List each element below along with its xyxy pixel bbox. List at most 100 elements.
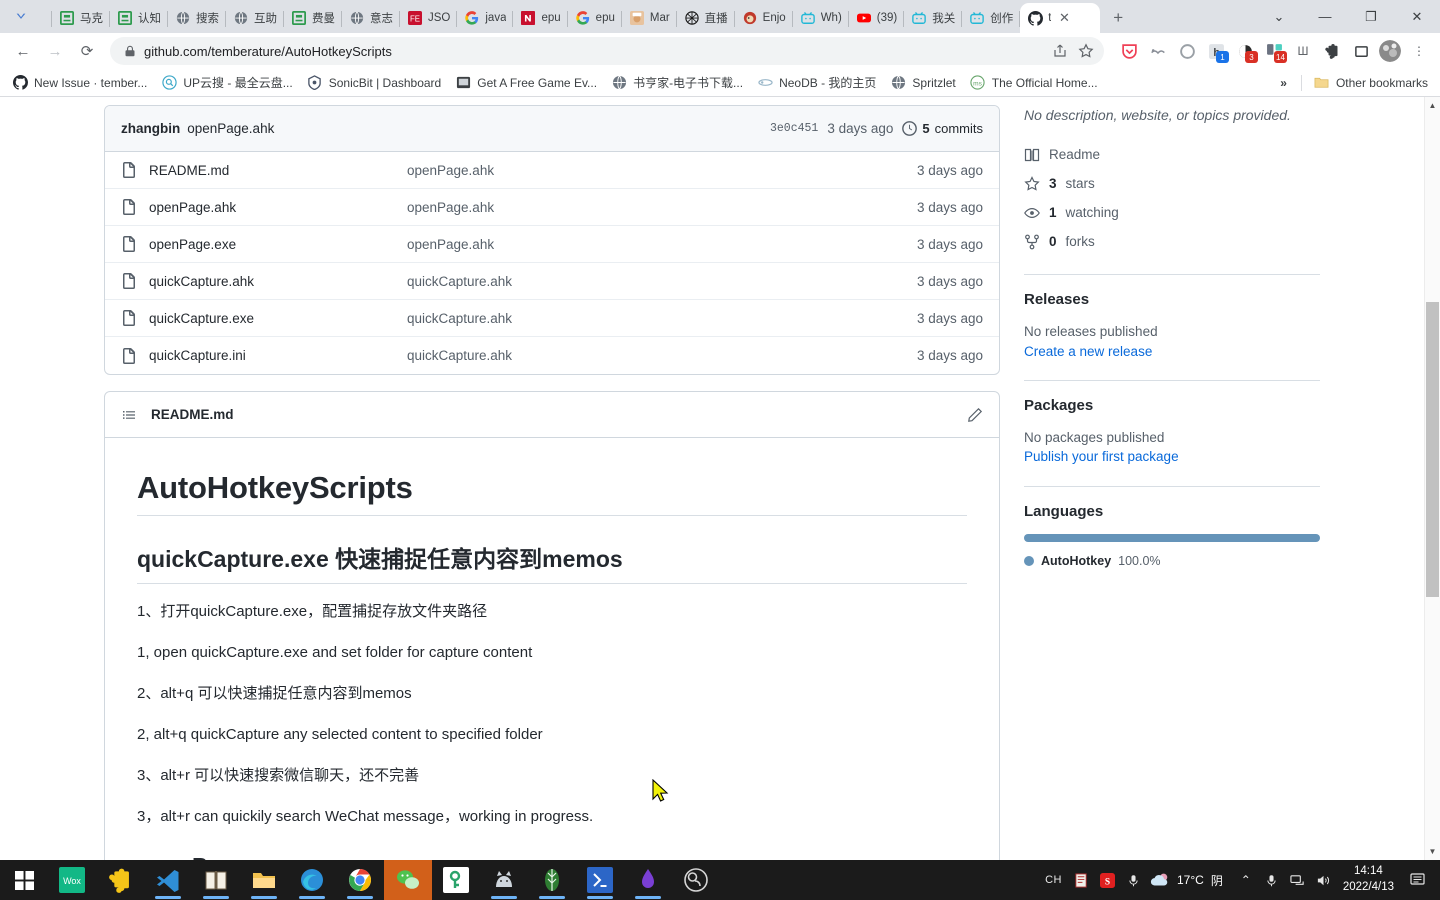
file-name[interactable]: quickCapture.exe: [149, 311, 407, 326]
file-commit-message[interactable]: openPage.ahk: [407, 200, 917, 215]
browser-tab[interactable]: 费曼: [284, 3, 342, 33]
tab-list-chevron-icon[interactable]: ⌄: [1256, 0, 1302, 33]
taskbar-clock[interactable]: 14:14 2022/4/13: [1337, 864, 1404, 895]
windows-start-icon[interactable]: [0, 860, 48, 900]
taskbar-app-wox-launcher[interactable]: Wox: [48, 860, 96, 900]
table-row[interactable]: quickCapture.ini quickCapture.ahk 3 days…: [105, 337, 999, 374]
back-button[interactable]: ←: [8, 36, 38, 66]
close-window-button[interactable]: ✕: [1394, 0, 1440, 33]
sidebar-icon[interactable]: [1348, 38, 1374, 64]
other-bookmarks-button[interactable]: Other bookmarks: [1308, 72, 1434, 94]
hypothesis-icon[interactable]: h 1: [1203, 38, 1229, 64]
taskbar-app-obs-studio[interactable]: [672, 860, 720, 900]
browser-tab[interactable]: FE JSO: [400, 3, 458, 33]
browser-tab[interactable]: Mar: [622, 3, 677, 33]
notepad-tray-icon[interactable]: [1068, 860, 1094, 900]
publish-package-link[interactable]: Publish your first package: [1024, 447, 1320, 467]
table-row[interactable]: README.md openPage.ahk 3 days ago: [105, 152, 999, 189]
bookmark-item[interactable]: Spritzlet: [884, 72, 961, 94]
taskbar-app-purple-flame-app[interactable]: [624, 860, 672, 900]
taskbar-app-wechat[interactable]: [384, 860, 432, 900]
star-icon[interactable]: [1078, 43, 1094, 59]
sidebar-item-stars[interactable]: 3 stars: [1024, 169, 1320, 198]
browser-tab[interactable]: 互助: [226, 3, 284, 33]
file-commit-message[interactable]: quickCapture.ahk: [407, 348, 917, 363]
file-name[interactable]: openPage.ahk: [149, 200, 407, 215]
taskbar-app-google-chrome[interactable]: [336, 860, 384, 900]
forward-button[interactable]: →: [40, 36, 70, 66]
input-language-indicator[interactable]: CH: [1039, 874, 1068, 886]
file-name[interactable]: quickCapture.ini: [149, 348, 407, 363]
trello-icon[interactable]: 14: [1261, 38, 1287, 64]
address-bar[interactable]: github.com/temberature/AutoHotkeyScripts: [110, 37, 1104, 65]
scrollbar-thumb[interactable]: [1426, 302, 1439, 597]
taskbar-app-microsoft-edge[interactable]: [288, 860, 336, 900]
table-row[interactable]: openPage.exe openPage.ahk 3 days ago: [105, 226, 999, 263]
taskbar-app-puzzle-app[interactable]: [96, 860, 144, 900]
bookmark-item[interactable]: Get A Free Game Ev...: [449, 72, 603, 94]
tab-close-icon[interactable]: ✕: [1056, 10, 1072, 26]
pocket-icon[interactable]: [1116, 38, 1142, 64]
notification-icon[interactable]: [1404, 860, 1432, 900]
new-tab-button[interactable]: +: [1104, 4, 1132, 32]
share-icon[interactable]: [1052, 43, 1068, 59]
language-legend-item[interactable]: AutoHotkey 100.0%: [1024, 554, 1320, 568]
bookmark-item[interactable]: SonicBit | Dashboard: [301, 72, 448, 94]
sidebar-item-readme[interactable]: Readme: [1024, 140, 1320, 169]
browser-tab[interactable]: epu: [568, 3, 623, 33]
file-name[interactable]: quickCapture.ahk: [149, 274, 407, 289]
circle-icon[interactable]: [1174, 38, 1200, 64]
browser-tab[interactable]: 认知: [110, 3, 168, 33]
bookmark-item[interactable]: ms The Official Home...: [964, 72, 1104, 94]
commit-author[interactable]: zhangbin: [121, 121, 180, 136]
file-commit-message[interactable]: quickCapture.ahk: [407, 274, 917, 289]
active-browser-tab-github[interactable]: t ✕: [1020, 3, 1101, 33]
bookmark-item[interactable]: 书亨家-电子书下载...: [605, 71, 749, 94]
taskbar-app-key-app[interactable]: [432, 860, 480, 900]
reload-button[interactable]: ⟳: [72, 36, 102, 66]
tray-overflow-chevron-icon[interactable]: ⌃: [1233, 860, 1259, 900]
table-row[interactable]: openPage.ahk openPage.ahk 3 days ago: [105, 189, 999, 226]
scroll-up-arrow-icon[interactable]: ▲: [1425, 97, 1440, 114]
pencil-icon[interactable]: [967, 407, 983, 423]
page-scrollbar[interactable]: ▲ ▼: [1424, 97, 1440, 860]
puzzle-extensions-icon[interactable]: [1319, 38, 1345, 64]
taskbar-app-book-reader[interactable]: [192, 860, 240, 900]
bookmark-item[interactable]: New Issue · tember...: [6, 72, 153, 94]
table-row[interactable]: quickCapture.ahk quickCapture.ahk 3 days…: [105, 263, 999, 300]
bookmarks-overflow-button[interactable]: »: [1272, 76, 1295, 90]
taskbar-app-powershell[interactable]: [576, 860, 624, 900]
bookmark-item[interactable]: NeoDB - 我的主页: [751, 71, 882, 94]
volume-icon[interactable]: [1311, 860, 1337, 900]
table-row[interactable]: quickCapture.exe quickCapture.ahk 3 days…: [105, 300, 999, 337]
browser-tab[interactable]: 搜索: [168, 3, 226, 33]
browser-tab[interactable]: 马克: [52, 3, 110, 33]
sidebar-item-forks[interactable]: 0 forks: [1024, 227, 1320, 256]
weather-widget[interactable]: 17°C 阴: [1146, 872, 1233, 889]
browser-tab[interactable]: epu: [513, 3, 568, 33]
browser-tab[interactable]: 意志: [342, 3, 400, 33]
w-extension-icon[interactable]: Ш: [1290, 38, 1316, 64]
file-commit-message[interactable]: openPage.ahk: [407, 237, 917, 252]
sidebar-item-watching[interactable]: 1 watching: [1024, 198, 1320, 227]
maximize-button[interactable]: ❐: [1348, 0, 1394, 33]
taskbar-app-cat-app[interactable]: [480, 860, 528, 900]
create-release-link[interactable]: Create a new release: [1024, 342, 1320, 362]
snipaste-tray-icon[interactable]: S: [1094, 860, 1120, 900]
browser-tab[interactable]: (39): [849, 3, 905, 33]
microphone-icon[interactable]: [1259, 860, 1285, 900]
list-unordered-icon[interactable]: [121, 407, 137, 423]
browser-tab[interactable]: Wh): [793, 3, 849, 33]
minimize-button[interactable]: —: [1302, 0, 1348, 33]
file-name[interactable]: README.md: [149, 163, 407, 178]
browser-tab[interactable]: 我关: [904, 3, 963, 33]
browser-tab[interactable]: 直播: [677, 3, 735, 33]
commits-count-link[interactable]: 5 commits: [902, 121, 983, 136]
browser-tab[interactable]: [6, 3, 52, 33]
file-name[interactable]: openPage.exe: [149, 237, 407, 252]
scroll-down-arrow-icon[interactable]: ▼: [1425, 843, 1440, 860]
avatar[interactable]: [1377, 38, 1403, 64]
wallabag-icon[interactable]: [1145, 38, 1171, 64]
file-commit-message[interactable]: openPage.ahk: [407, 163, 917, 178]
commit-message[interactable]: openPage.ahk: [187, 121, 274, 136]
